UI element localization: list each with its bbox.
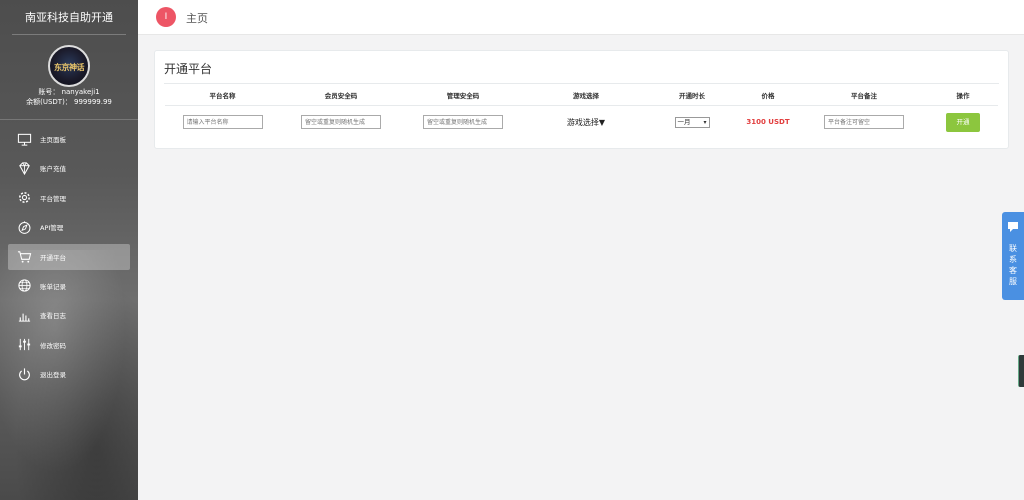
cell-game-select: 游戏选择▼ (524, 105, 648, 139)
header-admin-code: 管理安全码 (402, 85, 524, 106)
avatar-logo-text: 东京神话 (54, 63, 85, 72)
cell-member-code (280, 105, 402, 139)
sidebar-item-label: 查看日志 (40, 312, 66, 321)
service-char: 联 (1009, 244, 1017, 253)
sidebar-item-label: 主页面板 (40, 136, 66, 144)
sidebar-menu: 主页面板 账户充值 平台管理 API管理 开通平台 账单记录 查看日志 修改密码… (0, 120, 138, 387)
account-line: 账号： nanyakeji1 (38, 88, 100, 96)
duration-select[interactable]: 一月 ▾ (674, 116, 710, 128)
table-row: 游戏选择▼ 一月 ▾ 3100 USDT 开通 (165, 105, 998, 139)
cell-duration: 一月 ▾ (648, 105, 736, 139)
service-char: 服 (1009, 277, 1017, 286)
compass-icon (16, 219, 32, 235)
top-bar: I 主页 (138, 0, 1024, 35)
sliders-icon (16, 337, 32, 353)
home-dot-icon[interactable]: I (156, 7, 176, 27)
customer-service-label: 联 系 客 服 (1002, 243, 1024, 287)
cell-price: 3100 USDT (736, 105, 800, 139)
chevron-down-icon: ▾ (703, 118, 707, 126)
header-member-code: 会员安全码 (280, 85, 402, 106)
open-platform-table: 平台名称 会员安全码 管理安全码 游戏选择 开通时长 价格 平台备注 操作 请输… (165, 85, 998, 139)
sidebar-item-label: API管理 (40, 224, 64, 233)
header-game-select: 游戏选择 (524, 85, 648, 106)
cell-platform-name (165, 105, 280, 139)
open-platform-panel: 开通平台 平台名称 会员安全码 管理安全码 游戏选择 开通时长 价格 平台备注 … (154, 50, 1009, 149)
header-action: 操作 (928, 85, 998, 106)
sidebar-item-billing[interactable]: 账单记录 (8, 273, 130, 299)
sidebar-item-api[interactable]: API管理 (8, 214, 130, 240)
sidebar-item-label: 账单记录 (40, 282, 66, 291)
member-code-input[interactable] (301, 115, 381, 130)
table-header-row: 平台名称 会员安全码 管理安全码 游戏选择 开通时长 价格 平台备注 操作 (165, 85, 998, 106)
profile-block: 东京神话 账号： nanyakeji1 余额(USDT)： 999999.99 (0, 35, 138, 120)
open-button[interactable]: 开通 (946, 112, 980, 132)
sidebar-item-dashboard[interactable]: 主页面板 (8, 126, 130, 152)
header-price: 价格 (736, 85, 800, 106)
header-duration: 开通时长 (648, 85, 736, 106)
panel-title: 开通平台 (164, 62, 213, 76)
header-platform-name: 平台名称 (165, 85, 280, 106)
cart-icon (16, 249, 32, 265)
cell-remark (800, 105, 928, 139)
sidebar-item-open-platform[interactable]: 开通平台 (8, 243, 130, 270)
sidebar-item-logs[interactable]: 查看日志 (8, 302, 130, 328)
sidebar-item-label: 账户充值 (40, 165, 66, 174)
sidebar-item-logout[interactable]: 退出登录 (8, 361, 130, 387)
platform-name-input[interactable] (182, 115, 263, 130)
service-char: 客 (1009, 266, 1017, 275)
chat-bubble-icon (1007, 218, 1019, 232)
game-select-dropdown[interactable]: 游戏选择▼ (567, 118, 605, 127)
price-value: 3100 USDT (746, 118, 790, 127)
service-char: 系 (1009, 255, 1017, 264)
bar-chart-icon (16, 307, 32, 323)
sidebar-item-label: 平台管理 (40, 194, 66, 203)
sidebar-item-recharge[interactable]: 账户充值 (8, 155, 130, 181)
home-tab[interactable]: 主页 (186, 10, 208, 26)
sidebar-item-platform-manage[interactable]: 平台管理 (8, 185, 130, 211)
sidebar-item-label: 修改密码 (40, 341, 66, 350)
customer-service-widget[interactable]: 联 系 客 服 (1002, 212, 1024, 300)
remark-input[interactable] (824, 115, 904, 130)
duration-select-value: 一月 (677, 117, 691, 126)
brand-title: 南亚科技自助开通 (12, 0, 126, 35)
sidebar-item-label: 退出登录 (40, 371, 66, 380)
diamond-icon (16, 160, 32, 176)
avatar[interactable]: 东京神话 (48, 45, 90, 87)
header-remark: 平台备注 (800, 85, 928, 106)
gear-icon (16, 190, 32, 206)
admin-code-input[interactable] (423, 115, 503, 130)
globe-icon (16, 278, 32, 294)
monitor-icon (16, 131, 32, 147)
cell-admin-code (402, 105, 524, 139)
power-icon (16, 366, 32, 382)
panel-divider (164, 83, 999, 84)
side-mini-widget[interactable] (1018, 355, 1024, 387)
balance-line: 余额(USDT)： 999999.99 (26, 98, 112, 106)
sidebar-item-label: 开通平台 (40, 253, 66, 262)
sidebar: 南亚科技自助开通 东京神话 账号： nanyakeji1 余额(USDT)： 9… (0, 0, 138, 500)
sidebar-item-change-password[interactable]: 修改密码 (8, 332, 130, 358)
cell-action: 开通 (928, 105, 998, 139)
